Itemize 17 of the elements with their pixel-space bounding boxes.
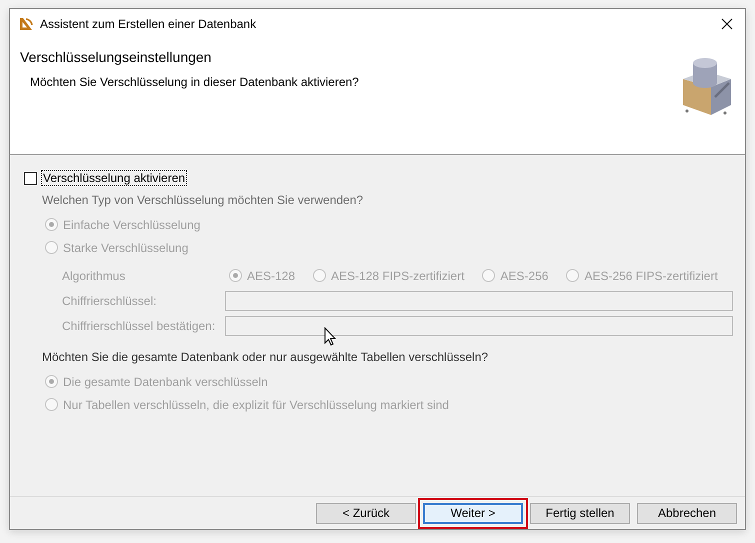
question-text: Welchen Typ von Verschlüsselung möchten Sie verwenden? <box>42 193 364 209</box>
close-icon[interactable] <box>721 18 733 30</box>
question-text: Möchten Sie die gesamte Datenbank oder nur ausgewählte Tabellen verschlüsseln? <box>42 350 490 366</box>
wizard-button[interactable]: Abbrechen <box>637 502 737 524</box>
wizard-button[interactable]: Fertig stellen <box>530 502 630 524</box>
wizard-button[interactable]: Weiter > <box>423 502 523 524</box>
mouse-pointer-icon <box>324 327 336 346</box>
page-title: Verschlüsselungseinstellungen <box>20 49 212 65</box>
checkbox[interactable] <box>24 172 37 184</box>
page-subtitle: Möchten Sie Verschlüsselung in dieser Datenbank aktivieren? <box>29 75 359 89</box>
field-label: Chiffrierschlüssel bestätigen: <box>62 319 216 333</box>
window-title: Assistent zum Erstellen einer Datenbank <box>40 16 258 30</box>
checkbox-label[interactable]: Verschlüsselung aktivieren <box>42 171 186 185</box>
wizard-button[interactable]: < Zurück <box>316 502 416 524</box>
drafting-tool-icon <box>18 16 34 32</box>
field-label: Algorithmus <box>62 268 126 282</box>
field-label: Chiffrierschlüssel: <box>62 294 158 308</box>
